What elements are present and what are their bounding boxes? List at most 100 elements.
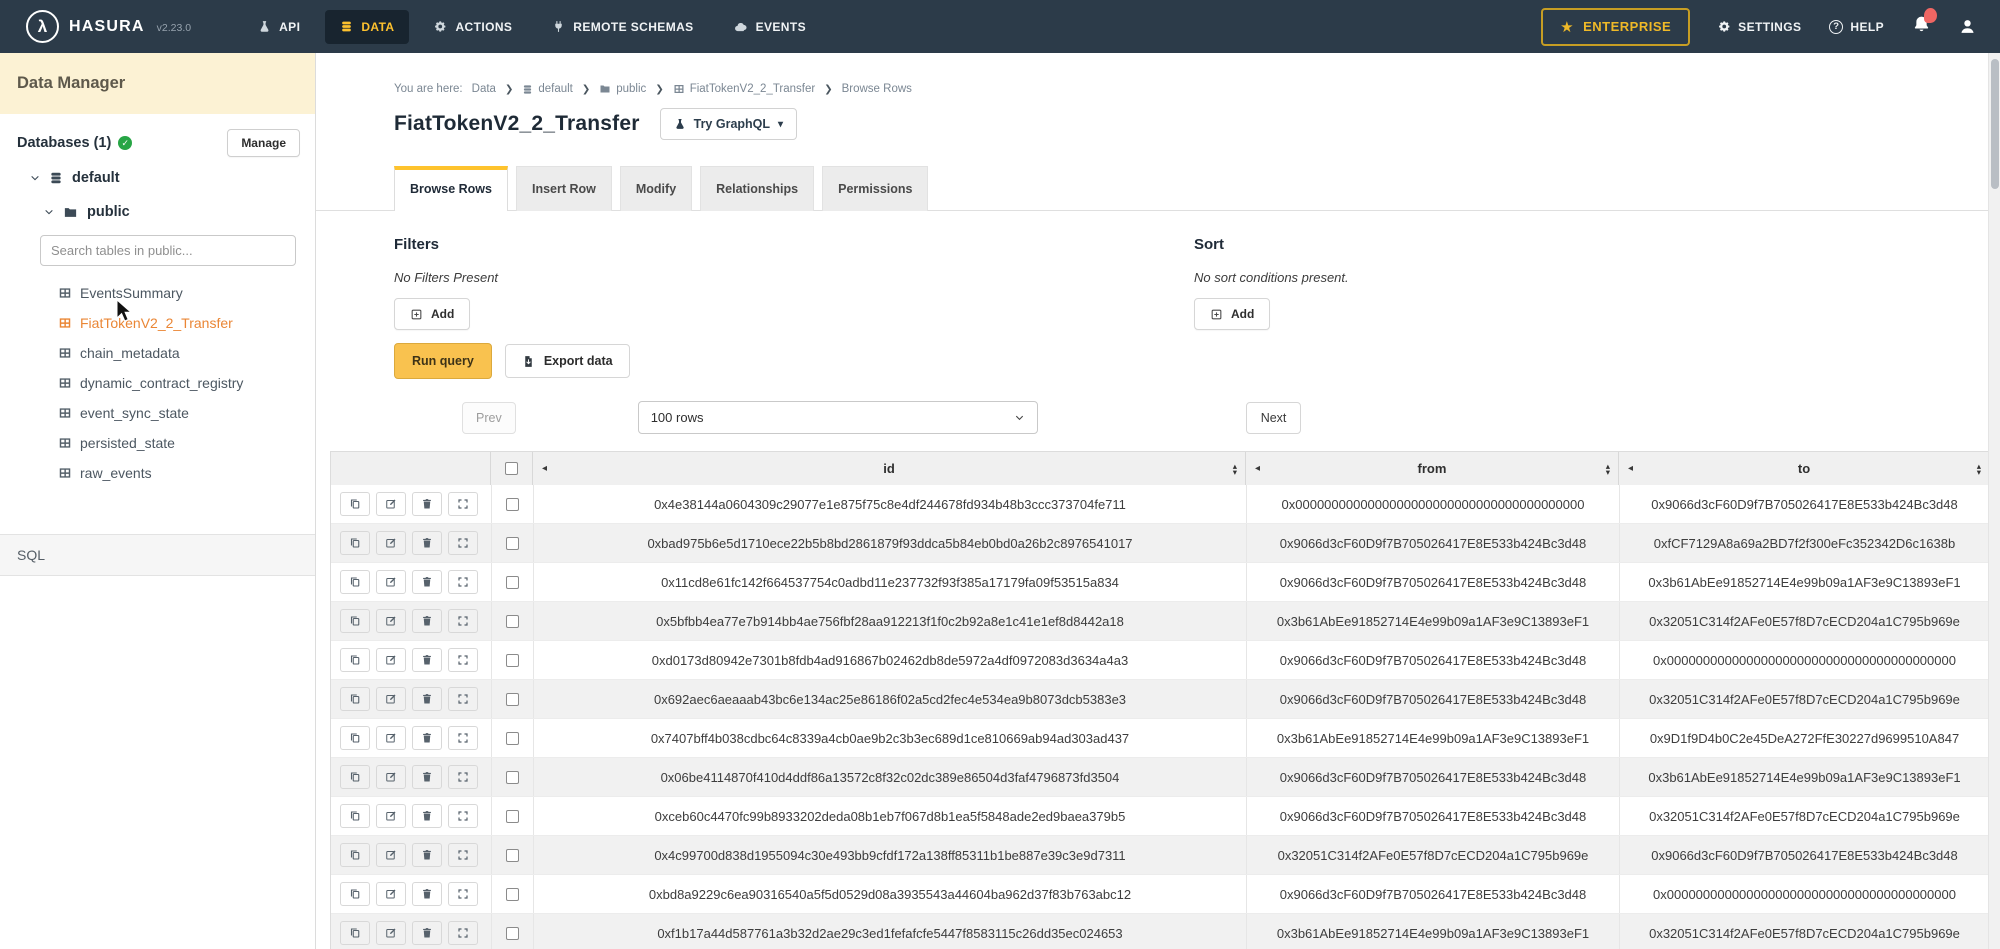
expand-row-button[interactable] [448, 609, 478, 633]
hasura-brand[interactable]: λ HASURA v2.23.0 [26, 10, 191, 43]
export-data-button[interactable]: Export data [505, 344, 630, 378]
next-page-button[interactable]: Next [1246, 402, 1302, 434]
run-query-button[interactable]: Run query [394, 343, 492, 379]
sidebar-sql-section[interactable]: SQL [0, 534, 315, 576]
collapse-column-icon[interactable]: ◂ [542, 463, 547, 474]
add-filter-button[interactable]: Add [394, 298, 470, 330]
clone-row-button[interactable] [340, 843, 370, 867]
row-checkbox[interactable] [506, 576, 519, 589]
clone-row-button[interactable] [340, 687, 370, 711]
clone-row-button[interactable] [340, 570, 370, 594]
sidebar-table-item[interactable]: persisted_state [0, 428, 315, 458]
edit-row-button[interactable] [376, 843, 406, 867]
tab[interactable]: Browse Rows [394, 166, 508, 211]
user-icon[interactable] [1959, 18, 1976, 35]
edit-row-button[interactable] [376, 726, 406, 750]
nav-item-api[interactable]: API [243, 10, 315, 44]
edit-row-button[interactable] [376, 531, 406, 555]
row-checkbox[interactable] [506, 654, 519, 667]
edit-row-button[interactable] [376, 570, 406, 594]
nav-item-data[interactable]: DATA [325, 10, 409, 44]
delete-row-button[interactable] [412, 765, 442, 789]
breadcrumb-table[interactable]: FiatTokenV2_2_Transfer [673, 83, 816, 95]
tab[interactable]: Insert Row [516, 166, 612, 211]
expand-row-button[interactable] [448, 648, 478, 672]
manage-button[interactable]: Manage [227, 129, 300, 157]
edit-row-button[interactable] [376, 609, 406, 633]
sidebar-table-item[interactable]: event_sync_state [0, 398, 315, 428]
delete-row-button[interactable] [412, 882, 442, 906]
expand-row-button[interactable] [448, 531, 478, 555]
clone-row-button[interactable] [340, 921, 370, 945]
try-graphql-button[interactable]: Try GraphQL ▾ [660, 108, 797, 140]
breadcrumb-default[interactable]: default [522, 83, 573, 95]
clone-row-button[interactable] [340, 609, 370, 633]
expand-row-button[interactable] [448, 687, 478, 711]
delete-row-button[interactable] [412, 921, 442, 945]
help-button[interactable]: ? HELP [1829, 20, 1884, 34]
row-checkbox[interactable] [506, 498, 519, 511]
sidebar-table-item[interactable]: dynamic_contract_registry [0, 368, 315, 398]
nav-item-actions[interactable]: ACTIONS [419, 10, 527, 44]
breadcrumb-data[interactable]: Data [472, 83, 496, 95]
sidebar-table-item[interactable]: FiatTokenV2_2_Transfer [0, 308, 315, 338]
nav-item-events[interactable]: EVENTS [719, 10, 821, 44]
sidebar-table-item[interactable]: EventsSummary [0, 278, 315, 308]
expand-row-button[interactable] [448, 882, 478, 906]
search-tables-input[interactable] [40, 235, 296, 266]
settings-button[interactable]: SETTINGS [1718, 20, 1801, 34]
row-checkbox[interactable] [506, 693, 519, 706]
delete-row-button[interactable] [412, 726, 442, 750]
delete-row-button[interactable] [412, 492, 442, 516]
row-checkbox[interactable] [506, 888, 519, 901]
row-checkbox[interactable] [506, 537, 519, 550]
clone-row-button[interactable] [340, 726, 370, 750]
sort-column-icon[interactable]: ▴▾ [1233, 463, 1237, 475]
expand-row-button[interactable] [448, 921, 478, 945]
chevron-down-icon[interactable] [44, 207, 54, 217]
delete-row-button[interactable] [412, 609, 442, 633]
scrollbar-thumb[interactable] [1991, 59, 1999, 189]
notifications-button[interactable] [1912, 15, 1931, 39]
clone-row-button[interactable] [340, 804, 370, 828]
expand-row-button[interactable] [448, 843, 478, 867]
tree-item-database-default[interactable]: default [0, 161, 315, 195]
row-checkbox[interactable] [506, 849, 519, 862]
select-all-checkbox[interactable] [505, 462, 518, 475]
expand-row-button[interactable] [448, 492, 478, 516]
delete-row-button[interactable] [412, 804, 442, 828]
edit-row-button[interactable] [376, 804, 406, 828]
vertical-scrollbar[interactable] [1988, 53, 2000, 949]
clone-row-button[interactable] [340, 492, 370, 516]
rows-per-page-select[interactable]: 100 rows [638, 401, 1038, 434]
clone-row-button[interactable] [340, 765, 370, 789]
breadcrumb-browse-rows[interactable]: Browse Rows [842, 83, 912, 95]
row-checkbox[interactable] [506, 771, 519, 784]
clone-row-button[interactable] [340, 648, 370, 672]
row-checkbox[interactable] [506, 615, 519, 628]
sidebar-table-item[interactable]: chain_metadata [0, 338, 315, 368]
row-checkbox[interactable] [506, 732, 519, 745]
delete-row-button[interactable] [412, 570, 442, 594]
clone-row-button[interactable] [340, 531, 370, 555]
breadcrumb-public[interactable]: public [599, 83, 646, 95]
tab[interactable]: Permissions [822, 166, 928, 211]
tab[interactable]: Relationships [700, 166, 814, 211]
expand-row-button[interactable] [448, 804, 478, 828]
edit-row-button[interactable] [376, 648, 406, 672]
edit-row-button[interactable] [376, 765, 406, 789]
delete-row-button[interactable] [412, 531, 442, 555]
clone-row-button[interactable] [340, 882, 370, 906]
row-checkbox[interactable] [506, 927, 519, 940]
expand-row-button[interactable] [448, 726, 478, 750]
row-checkbox[interactable] [506, 810, 519, 823]
prev-page-button[interactable]: Prev [462, 402, 516, 434]
delete-row-button[interactable] [412, 687, 442, 711]
tab[interactable]: Modify [620, 166, 692, 211]
edit-row-button[interactable] [376, 687, 406, 711]
collapse-column-icon[interactable]: ◂ [1628, 463, 1633, 474]
edit-row-button[interactable] [376, 882, 406, 906]
collapse-column-icon[interactable]: ◂ [1255, 463, 1260, 474]
sort-column-icon[interactable]: ▴▾ [1977, 463, 1981, 475]
expand-row-button[interactable] [448, 570, 478, 594]
